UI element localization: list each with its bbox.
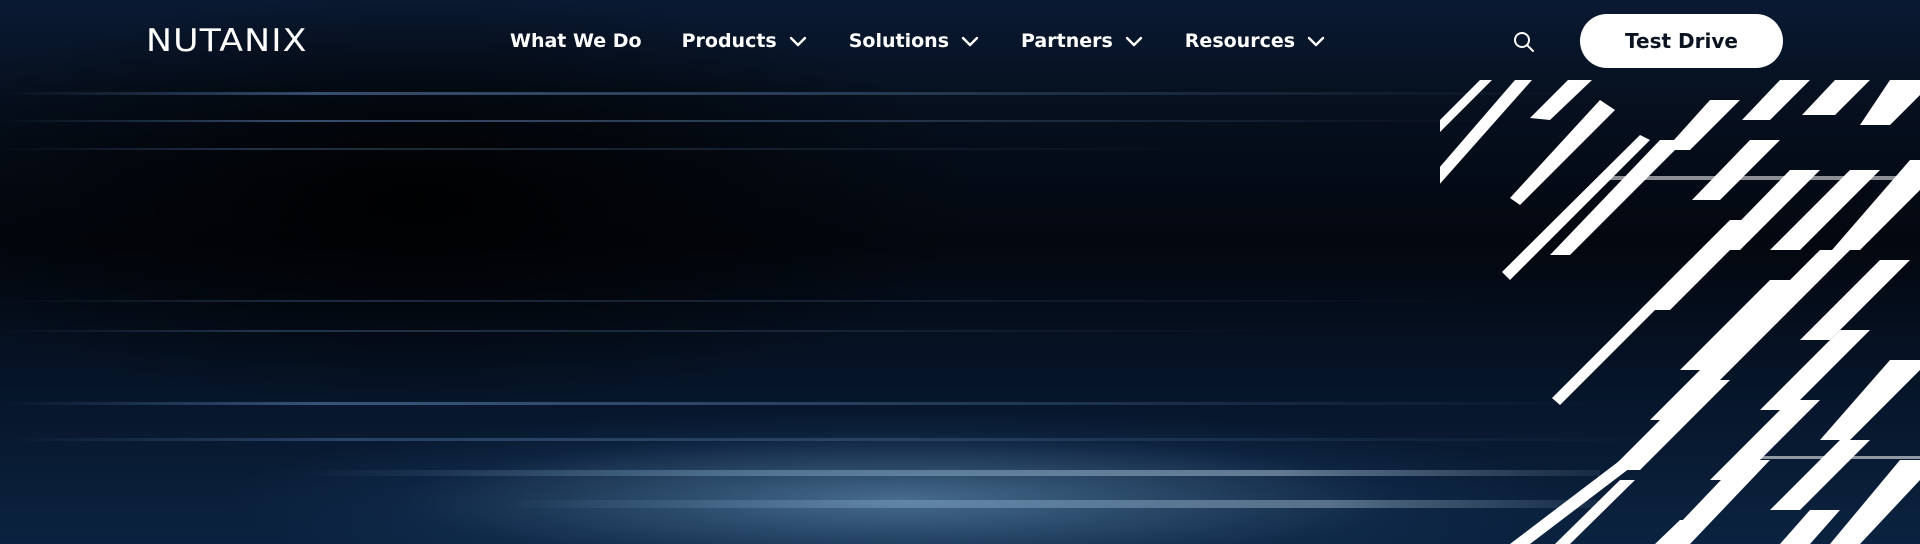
top-navigation: NUTANIX What We Do Products Solutions Pa…: [0, 0, 1920, 84]
nav-item-label: Partners: [1021, 30, 1113, 52]
nav-item-label: Products: [681, 30, 777, 52]
nav-item-label: What We Do: [510, 30, 642, 52]
nav-item-partners[interactable]: Partners: [1021, 30, 1145, 52]
nutanix-logo[interactable]: NUTANIX: [146, 24, 307, 58]
nav-item-label: Solutions: [848, 30, 950, 52]
test-drive-button[interactable]: Test Drive: [1580, 14, 1783, 68]
nav-item-resources[interactable]: Resources: [1185, 30, 1327, 52]
nav-item-what-we-do[interactable]: What We Do: [510, 30, 642, 52]
chevron-down-icon: [1125, 36, 1142, 47]
decorative-diagonal-pattern: [1440, 80, 1920, 544]
chevron-down-icon: [1307, 36, 1325, 47]
nav-item-solutions[interactable]: Solutions: [849, 30, 981, 52]
main-menu: What We Do Products Solutions Partners R…: [510, 28, 1367, 54]
chevron-down-icon: [961, 36, 979, 47]
hero-banner: NUTANIX What We Do Products Solutions Pa…: [0, 0, 1920, 544]
chevron-down-icon: [789, 36, 806, 47]
search-icon[interactable]: [1512, 30, 1536, 54]
nav-item-products[interactable]: Products: [682, 30, 809, 52]
nav-item-label: Resources: [1184, 30, 1296, 52]
